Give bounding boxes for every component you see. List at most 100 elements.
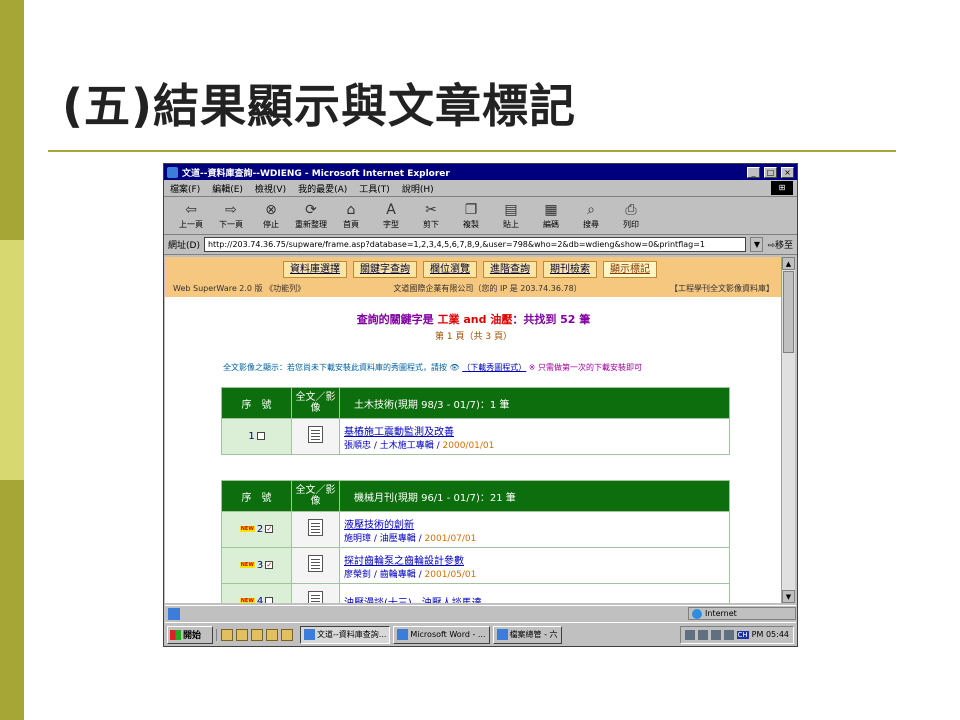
article-author[interactable]: 施明璋 / 油壓專輯 / [344, 534, 425, 544]
taskbar-task-2[interactable]: 檔案總管 - 六 [492, 625, 562, 644]
folder-launch-icon[interactable] [251, 628, 263, 641]
article-date: 2001/05/01 [424, 569, 477, 580]
article-title-link[interactable]: 液壓技術的創新 [344, 516, 729, 531]
encoding-icon: ▦ [544, 202, 558, 218]
row-article-cell: 油壓漫談(十三)—油壓人談馬達 [339, 583, 730, 603]
ie-launch-icon[interactable] [221, 628, 233, 641]
slide-side-bar-middle [0, 240, 24, 480]
tab-2[interactable]: 欄位瀏覽 [423, 261, 477, 278]
toolbar-button-11[interactable]: ⎙ 列印 [612, 201, 650, 230]
select-checkbox[interactable] [256, 432, 265, 440]
tab-5[interactable]: 顯示標記 [603, 261, 657, 278]
maximize-button[interactable]: □ [764, 166, 777, 178]
article-title-link[interactable]: 探討齒輪泵之齒輪設計參數 [344, 552, 729, 567]
address-input[interactable]: http://203.74.36.75/supware/frame.asp?da… [203, 237, 747, 252]
volume-icon[interactable] [684, 629, 695, 640]
query-suffix: ：共找到 52 筆 [512, 313, 591, 326]
cut-icon: ✂ [425, 202, 437, 218]
fulltext-image-icon[interactable] [308, 591, 323, 603]
slide-title: (五)結果顯示與文章標記 [62, 79, 577, 133]
tab-1[interactable]: 關鍵字查詢 [353, 261, 417, 278]
go-arrow-icon: ⇨ [767, 241, 775, 251]
clock-icon[interactable] [723, 629, 734, 640]
go-button[interactable]: ⇨移至 [767, 238, 793, 251]
select-checkbox[interactable]: ✓ [265, 561, 274, 569]
toolbar-button-5[interactable]: A 字型 [372, 201, 410, 230]
menu-item-5[interactable]: 說明(H) [402, 182, 434, 195]
table-row: NEW 3 ✓ 探討齒輪泵之齒輪設計參數 廖榮釗 / 齒輪專輯 / 2001/05/01 [221, 547, 730, 584]
toolbar-button-3[interactable]: ⟳ 重新整理 [292, 201, 330, 230]
task-label: 文道--資料庫查詢... [317, 630, 387, 639]
language-indicator[interactable]: CH [736, 630, 749, 639]
address-dropdown-button[interactable]: ▼ [750, 237, 764, 252]
article-title-link[interactable]: 基樁施工震動監測及改善 [344, 423, 729, 438]
page-icon [168, 607, 180, 620]
start-label: 開始 [183, 631, 202, 641]
header-journal: 土木技術(現期 98/3 - 01/7)：1 筆 [339, 387, 730, 419]
article-author[interactable]: 廖榮釗 / 齒輪專輯 / [344, 570, 425, 580]
fulltext-image-icon[interactable] [308, 519, 323, 536]
scroll-down-button[interactable]: ▼ [782, 590, 795, 603]
outlook-launch-icon[interactable] [236, 628, 248, 641]
article-author[interactable]: 張順忠 / 土木施工專輯 / [344, 441, 443, 451]
toolbar-label: 搜尋 [583, 220, 599, 229]
row-seq-cell: 1 [221, 418, 292, 455]
vertical-scrollbar[interactable]: ▲ ▼ [781, 257, 795, 603]
network-icon[interactable] [697, 629, 708, 640]
database-name: 【工程學刊全文影像資料庫】 [669, 284, 774, 293]
article-meta: 張順忠 / 土木施工專輯 / 2000/01/01 [344, 440, 494, 451]
new-badge: NEW [239, 598, 255, 603]
download-viewer-link[interactable]: （下載秀圖程式） [462, 363, 526, 372]
toolbar-label: 剪下 [423, 220, 439, 229]
toolbar-button-8[interactable]: ▤ 貼上 [492, 201, 530, 230]
taskbar-task-1[interactable]: Microsoft Word - ... [393, 625, 490, 644]
download-note: 全文影像之顯示：若您尚未下載安裝此資料庫的秀圖程式，請按 👁 （下載秀圖程式） … [223, 362, 782, 373]
toolbar-button-9[interactable]: ▦ 編碼 [532, 201, 570, 230]
toolbar-button-1[interactable]: ⇨ 下一頁 [212, 201, 250, 230]
home-icon: ⌂ [346, 202, 356, 218]
menu-item-3[interactable]: 我的最愛(A) [298, 182, 347, 195]
menu-item-4[interactable]: 工具(T) [359, 182, 390, 195]
menu-item-1[interactable]: 編輯(E) [212, 182, 243, 195]
toolbar-button-2[interactable]: ⊗ 停止 [252, 201, 290, 230]
article-title-link[interactable]: 油壓漫談(十三)—油壓人談馬達 [344, 594, 729, 603]
back-icon: ⇦ [185, 202, 197, 218]
status-bar: Internet [165, 605, 796, 621]
toolbar-label: 列印 [623, 220, 639, 229]
scroll-thumb[interactable] [783, 271, 794, 353]
row-fulltext-cell [291, 547, 340, 584]
tab-0[interactable]: 資料庫選擇 [283, 261, 347, 278]
search-icon: ⌕ [587, 202, 595, 218]
fulltext-image-icon[interactable] [308, 426, 323, 443]
header-seq: 序 號 [221, 387, 292, 419]
function-bar: 資料庫選擇 關鍵字查詢 欄位瀏覽 進階查詢 期刊檢索 顯示標記 Web SuperWare… [165, 257, 782, 297]
edit-launch-icon[interactable] [281, 628, 293, 641]
taskbar-task-0[interactable]: 文道--資料庫查詢... [300, 625, 391, 644]
minimize-button[interactable]: _ [747, 166, 760, 178]
menu-item-0[interactable]: 檔案(F) [170, 182, 200, 195]
tab-4[interactable]: 期刊檢索 [543, 261, 597, 278]
taskbar: 開始 文道--資料庫查詢... Microsoft Word - ... 檔案總管 … [165, 622, 796, 646]
windows-flag-icon [170, 629, 181, 640]
toolbar-button-0[interactable]: ⇦ 上一頁 [172, 201, 210, 230]
select-checkbox[interactable] [265, 597, 274, 603]
search-launch-icon[interactable] [266, 628, 278, 641]
refresh-icon: ⟳ [305, 202, 317, 218]
close-button[interactable]: × [781, 166, 794, 178]
fulltext-image-icon[interactable] [308, 555, 323, 572]
start-button[interactable]: 開始 [167, 625, 213, 644]
toolbar-button-6[interactable]: ✂ 剪下 [412, 201, 450, 230]
toolbar-button-10[interactable]: ⌕ 搜尋 [572, 201, 610, 230]
header-fulltext: 全文／影像 [291, 480, 340, 512]
toolbar-button-7[interactable]: ❐ 複製 [452, 201, 490, 230]
slide-side-bar-bottom [0, 480, 24, 720]
toolbar-button-4[interactable]: ⌂ 首頁 [332, 201, 370, 230]
ime-icon[interactable] [710, 629, 721, 640]
menu-item-2[interactable]: 檢視(V) [255, 182, 286, 195]
address-bar: 網址(D) http://203.74.36.75/supware/frame.… [164, 235, 797, 255]
scroll-up-button[interactable]: ▲ [782, 257, 795, 270]
table-row: NEW4 油壓漫談(十三)—油壓人談馬達 [221, 583, 730, 603]
select-checkbox[interactable]: ✓ [265, 525, 274, 533]
tab-3[interactable]: 進階查詢 [483, 261, 537, 278]
row-seq-cell: NEW 4 [221, 583, 292, 603]
